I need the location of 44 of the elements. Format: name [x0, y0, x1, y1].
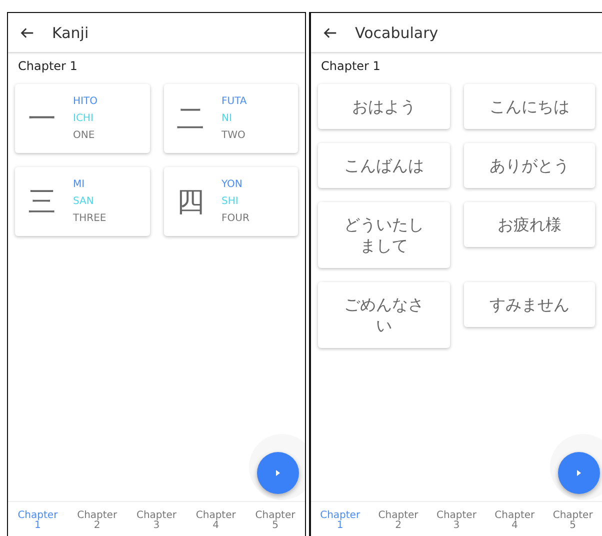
section-heading: Chapter 1: [320, 58, 380, 73]
chapter-tab[interactable]: Chapter 2: [376, 502, 420, 536]
on-reading: SAN: [73, 195, 95, 209]
screen-title: Kanji: [52, 24, 89, 42]
kanji-card[interactable]: 二 FUTA NI TWO: [164, 84, 298, 153]
kun-reading: HITO: [73, 95, 98, 109]
vocabulary-card[interactable]: お疲れ様: [464, 202, 595, 247]
chapter-tab[interactable]: Chapter 4: [492, 502, 537, 536]
vocabulary-card[interactable]: こんにちは: [464, 84, 595, 129]
chapter-tab[interactable]: Chapter 1: [318, 502, 362, 536]
meaning: FOUR: [222, 212, 250, 226]
kanji-character: 四: [176, 184, 206, 220]
chapter-tab[interactable]: Chapter 5: [253, 502, 298, 536]
vocabulary-card[interactable]: どういたしまして: [318, 202, 450, 268]
chapter-tab[interactable]: Chapter 3: [434, 502, 478, 536]
vocabulary-card[interactable]: こんばんは: [318, 143, 450, 188]
kanji-character: 二: [176, 100, 206, 136]
on-reading: NI: [222, 112, 233, 126]
back-arrow-icon[interactable]: [323, 26, 337, 40]
kanji-card[interactable]: 三 MI SAN THREE: [15, 167, 150, 236]
screen-title: Vocabulary: [355, 24, 438, 42]
chapter-tab[interactable]: Chapter 4: [194, 502, 238, 536]
meaning: TWO: [222, 129, 246, 143]
chapter-tab[interactable]: Chapter 3: [134, 502, 178, 536]
chapter-tab[interactable]: Chapter 2: [75, 502, 120, 536]
chapter-tab[interactable]: Chapter 1: [16, 502, 60, 536]
vocabulary-card[interactable]: すみません: [464, 282, 595, 327]
back-arrow-icon[interactable]: [20, 26, 34, 40]
on-reading: ICHI: [73, 112, 94, 126]
kun-reading: MI: [73, 178, 86, 192]
vocabulary-card[interactable]: おはよう: [318, 84, 450, 129]
kanji-character: 三: [27, 184, 57, 220]
kanji-card[interactable]: 四 YON SHI FOUR: [164, 167, 298, 236]
vocabulary-card[interactable]: ごめんなさい: [318, 282, 450, 348]
kanji-card[interactable]: 一 HITO ICHI ONE: [15, 84, 150, 153]
kun-reading: YON: [222, 178, 244, 192]
kanji-character: 一: [27, 100, 57, 136]
vocabulary-card[interactable]: ありがとう: [464, 143, 595, 188]
chapter-tab[interactable]: Chapter 5: [550, 502, 595, 536]
meaning: ONE: [73, 129, 96, 143]
section-heading: Chapter 1: [17, 58, 78, 73]
meaning: THREE: [73, 212, 106, 226]
on-reading: SHI: [222, 195, 240, 209]
kun-reading: FUTA: [222, 95, 247, 109]
